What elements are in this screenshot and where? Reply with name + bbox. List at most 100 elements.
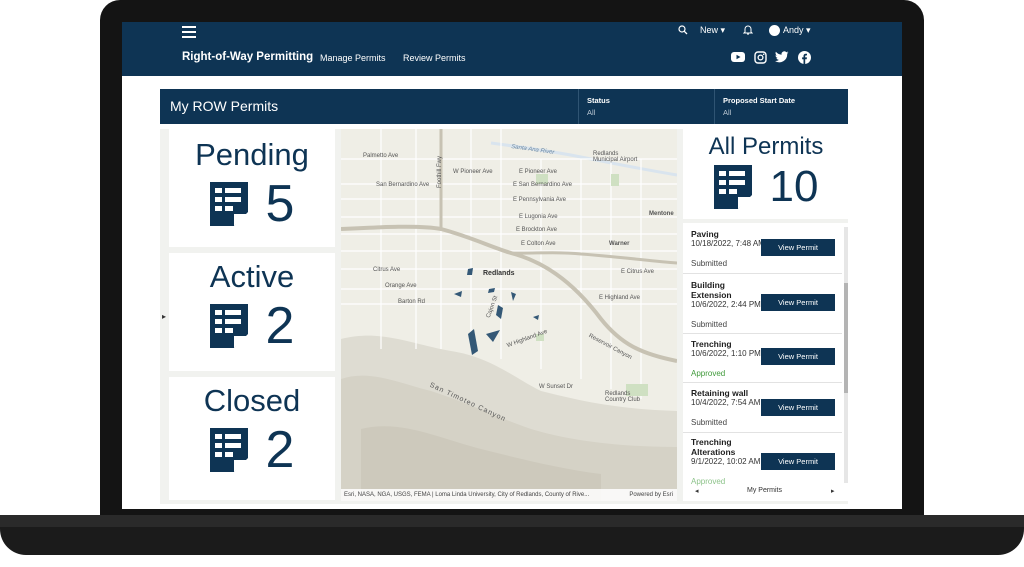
list-footer-label: My Permits [747,487,782,494]
map-label: Citrus Ave [373,267,401,273]
start-date-filter-value: All [723,108,732,117]
list-item[interactable]: Retaining wall 10/4/2022, 7:54 AM Submit… [683,383,842,433]
instagram-icon[interactable] [753,50,767,64]
list-scrollbar[interactable] [844,227,848,483]
app-screen: New ▾ Andy ▾ Right-of-Way Permitting Man… [122,22,902,509]
menu-icon[interactable] [182,26,196,38]
map-label: Warner [609,241,630,247]
new-label: New ▾ [700,25,726,35]
permit-date: 10/4/2022, 7:54 AM [691,398,761,407]
pending-count: 5 [265,175,295,233]
permit-date: 10/6/2022, 1:10 PM [691,349,761,358]
view-permit-button[interactable]: View Permit [761,239,835,256]
closed-title: Closed [203,383,301,418]
map-label: E Pioneer Ave [519,169,557,175]
list-item[interactable]: Trenching Alterations 9/1/2022, 10:02 AM… [683,433,842,486]
bell-icon[interactable] [743,25,753,35]
next-icon[interactable]: ▸ [831,487,835,495]
new-menu-button[interactable]: New ▾ [700,25,725,36]
permit-status: Submitted [691,320,728,329]
map-label: W Sunset Dr [539,384,574,390]
permit-icon [209,304,248,348]
map-label: E Highland Ave [599,295,640,301]
status-filter[interactable]: Status All [578,89,715,124]
map-label: E Brockton Ave [516,227,557,233]
map-label: San Bernardino Ave [376,182,430,188]
avatar [769,25,780,36]
map-label: Palmetto Ave [363,153,399,159]
social-links [731,50,811,64]
permit-status: Submitted [691,259,728,268]
all-permits-card: All Permits 10 [683,129,849,219]
map-label: E Lugonia Ave [519,214,558,220]
view-permit-button[interactable]: View Permit [761,294,835,311]
map-label: Barton Rd [398,299,426,305]
view-permit-button[interactable]: View Permit [761,453,835,470]
status-filter-value: All [587,108,596,117]
youtube-icon[interactable] [731,50,745,64]
view-permit-button[interactable]: View Permit [761,399,835,416]
start-date-filter-label: Proposed Start Date [723,96,796,105]
twitter-icon[interactable] [775,50,789,64]
user-menu-button[interactable]: Andy ▾ [769,25,811,36]
active-count: 2 [265,297,295,355]
scrollbar-thumb[interactable] [844,283,848,393]
filter-bar: My ROW Permits Status All Proposed Start… [160,89,848,124]
permit-icon [713,165,752,209]
permit-list: Paving 10/18/2022, 7:48 AM Submitted Vie… [683,223,849,501]
list-item[interactable]: Paving 10/18/2022, 7:48 AM Submitted Vie… [683,223,842,274]
permit-icon [209,182,248,226]
map-label: Redlands Municipal Airport [593,151,638,163]
status-filter-label: Status [587,96,610,105]
map-label: W Pioneer Ave [453,169,493,175]
permit-title: Trenching Alterations [691,437,736,457]
map-label: Redlands Country Club [605,391,641,403]
permit-date: 10/18/2022, 7:48 AM [691,239,765,248]
permit-status: Submitted [691,418,728,427]
list-item[interactable]: Building Extension 10/6/2022, 2:44 PM Su… [683,274,842,334]
map-powered-by[interactable]: Powered by Esri [629,489,673,501]
laptop-base [0,515,1024,555]
map-label: E Citrus Ave [621,269,654,275]
closed-count: 2 [265,421,295,479]
pending-title: Pending [195,137,309,172]
map-label: Orange Ave [385,283,417,289]
map-label: E Pennsylvania Ave [513,197,566,203]
map-label: Redlands [483,270,515,277]
map-label: E San Bernardino Ave [513,182,572,188]
search-icon[interactable] [678,25,688,35]
permit-map[interactable]: Palmetto Ave Foothill Fwy Redlands Munic… [341,129,677,501]
permit-title: Retaining wall [691,388,749,398]
permit-title: Trenching [691,339,732,349]
view-permit-button[interactable]: View Permit [761,348,835,365]
map-label: Foothill Fwy [437,155,444,189]
map-label: E Colton Ave [521,241,556,247]
dashboard: My ROW Permits Status All Proposed Start… [122,76,902,509]
permit-status: Approved [691,369,726,378]
nav-manage-permits[interactable]: Manage Permits [320,53,386,63]
active-card: Active 2 [169,253,335,371]
nav-review-permits[interactable]: Review Permits [403,53,466,63]
previous-icon[interactable]: ◂ [695,487,699,495]
start-date-filter[interactable]: Proposed Start Date All [714,89,848,124]
permit-icon [209,428,248,472]
chevron-right-icon[interactable]: ▸ [160,256,168,376]
map-label: Mentone [649,211,674,217]
list-footer: ◂ My Permits ▸ [683,484,849,501]
app-header: New ▾ Andy ▾ Right-of-Way Permitting Man… [122,22,902,76]
facebook-icon[interactable] [797,50,811,64]
permit-date: 10/6/2022, 2:44 PM [691,300,761,309]
permit-title: Building Extension [691,280,732,300]
permit-title: Paving [691,229,719,239]
dashboard-title: My ROW Permits [170,98,279,114]
all-permits-count: 10 [769,162,819,211]
user-name: Andy ▾ [783,25,811,35]
map-attribution: Esri, NASA, NGA, USGS, FEMA | Loma Linda… [341,489,677,501]
list-item[interactable]: Trenching 10/6/2022, 1:10 PM Approved Vi… [683,334,842,383]
app-title[interactable]: Right-of-Way Permitting [182,51,313,63]
closed-card: Closed 2 [169,377,335,500]
map-attribution-text: Esri, NASA, NGA, USGS, FEMA | Loma Linda… [344,492,590,498]
pending-card: Pending 5 [169,129,335,247]
active-title: Active [209,259,295,294]
permit-date: 9/1/2022, 10:02 AM [691,457,761,466]
